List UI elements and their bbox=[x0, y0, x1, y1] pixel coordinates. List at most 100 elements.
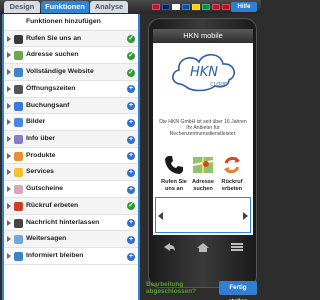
callback-icon bbox=[14, 201, 23, 211]
editing-done-question: Bearbeitung abgeschlossen? bbox=[146, 281, 197, 296]
add-plus-icon[interactable]: + bbox=[127, 152, 135, 161]
language-flag-icon[interactable] bbox=[212, 4, 220, 10]
language-flag-icon[interactable] bbox=[162, 4, 170, 10]
function-label: Informiert bleiben bbox=[26, 252, 84, 260]
star-icon bbox=[14, 168, 23, 178]
help-button[interactable]: Hilfe bbox=[231, 2, 257, 12]
language-flag-icon[interactable] bbox=[152, 4, 160, 10]
scroll-right-arrow-icon[interactable] bbox=[243, 212, 248, 220]
scroll-left-arrow-icon[interactable] bbox=[158, 212, 163, 220]
tab-analyse[interactable]: Analyse bbox=[90, 1, 128, 13]
language-flag-icon[interactable] bbox=[202, 4, 210, 10]
add-plus-icon[interactable]: + bbox=[127, 102, 135, 111]
app-icons-row-frame bbox=[155, 197, 251, 233]
phone-icon bbox=[14, 34, 23, 44]
added-check-icon[interactable]: ✓ bbox=[127, 202, 135, 211]
add-plus-icon[interactable]: + bbox=[127, 118, 135, 127]
tab-funktionen[interactable]: Funktionen bbox=[41, 1, 89, 13]
function-row[interactable]: Vollständige Website ✓ bbox=[4, 64, 138, 81]
box-icon bbox=[14, 151, 23, 161]
expand-triangle-icon[interactable] bbox=[7, 136, 11, 143]
tab-design[interactable]: Design bbox=[4, 1, 40, 13]
function-row[interactable]: Weitersagen + bbox=[4, 231, 138, 249]
function-row[interactable]: Rufen Sie uns an ✓ bbox=[4, 30, 138, 48]
expand-triangle-icon[interactable] bbox=[7, 85, 11, 92]
language-flag-icon[interactable] bbox=[192, 4, 200, 10]
expand-triangle-icon[interactable] bbox=[7, 186, 11, 193]
function-row[interactable]: Nachricht hinterlassen + bbox=[4, 215, 138, 232]
function-label: Rufen Sie uns an bbox=[26, 34, 82, 42]
function-row[interactable]: Adresse suchen ✓ bbox=[4, 47, 138, 65]
function-label: Öffnungszeiten bbox=[26, 84, 76, 92]
add-plus-icon[interactable]: + bbox=[127, 219, 135, 228]
app-callback-label: Rückruf erbeten bbox=[221, 179, 243, 192]
function-row[interactable]: Buchungsanf + bbox=[4, 97, 138, 115]
function-label: Adresse suchen bbox=[26, 51, 79, 59]
functions-panel: Funktionen hinzufügen Rufen Sie uns an ✓ A… bbox=[2, 14, 140, 300]
function-label: Rückruf erbeten bbox=[26, 201, 79, 209]
calendar-icon bbox=[14, 101, 23, 111]
added-check-icon[interactable]: ✓ bbox=[127, 68, 135, 77]
function-row[interactable]: Info über + bbox=[4, 131, 138, 148]
add-functions-label: Funktionen hinzufügen bbox=[26, 18, 101, 25]
expand-triangle-icon[interactable] bbox=[7, 52, 11, 59]
add-plus-icon[interactable]: + bbox=[127, 185, 135, 194]
expand-triangle-icon[interactable] bbox=[7, 119, 11, 126]
function-label: Produkte bbox=[26, 151, 56, 159]
finish-button[interactable]: Fertig stellen bbox=[219, 281, 257, 300]
globe-icon bbox=[14, 68, 23, 78]
coupon-icon bbox=[14, 185, 23, 195]
top-toolbar: Design Funktionen Analyse Hilfe bbox=[0, 0, 261, 14]
home-button-icon[interactable] bbox=[195, 241, 211, 253]
function-row[interactable]: Services + bbox=[4, 164, 138, 182]
language-flag-icon[interactable] bbox=[222, 4, 230, 10]
function-row[interactable]: Produkte + bbox=[4, 148, 138, 165]
mail-icon bbox=[14, 252, 23, 262]
function-row[interactable]: Gutscheine + bbox=[4, 181, 138, 198]
hkn-cloud-logo: HKN CLOUD bbox=[172, 53, 236, 92]
function-label: Vollständige Website bbox=[26, 68, 94, 76]
add-functions-header[interactable]: Funktionen hinzufügen bbox=[4, 14, 138, 31]
menu-button-icon[interactable] bbox=[229, 241, 245, 253]
phone-screen: HKN mobile HKN CLOUD Die HKN GmbH ist se… bbox=[153, 29, 253, 235]
app-callback-icon[interactable] bbox=[220, 153, 244, 177]
function-label: Buchungsanf bbox=[26, 101, 70, 109]
app-title: HKN mobile bbox=[153, 29, 253, 43]
function-row[interactable]: Öffnungszeiten + bbox=[4, 81, 138, 98]
expand-triangle-icon[interactable] bbox=[7, 102, 11, 109]
expand-triangle-icon[interactable] bbox=[7, 236, 11, 243]
app-phone-icon[interactable] bbox=[162, 153, 186, 177]
share-icon bbox=[14, 235, 23, 245]
expand-triangle-icon[interactable] bbox=[7, 219, 11, 226]
add-plus-icon[interactable]: + bbox=[127, 235, 135, 244]
added-check-icon[interactable]: ✓ bbox=[127, 51, 135, 60]
function-row[interactable]: Informiert bleiben + bbox=[4, 248, 138, 265]
add-plus-icon[interactable]: + bbox=[127, 168, 135, 177]
add-plus-icon[interactable]: + bbox=[127, 252, 135, 261]
expand-triangle-icon[interactable] bbox=[7, 202, 11, 209]
app-map-icon[interactable] bbox=[191, 153, 215, 177]
function-label: Nachricht hinterlassen bbox=[26, 218, 100, 226]
expand-triangle-icon[interactable] bbox=[7, 69, 11, 76]
expand-triangle-icon[interactable] bbox=[7, 152, 11, 159]
radio-icon bbox=[14, 135, 23, 145]
language-flag-icon[interactable] bbox=[172, 4, 180, 10]
image-icon bbox=[14, 118, 23, 128]
add-plus-icon[interactable]: + bbox=[127, 135, 135, 144]
pen-icon bbox=[14, 218, 23, 228]
expand-triangle-icon[interactable] bbox=[7, 253, 11, 260]
logo-subtext: CLOUD bbox=[210, 82, 228, 88]
function-row[interactable]: Rückruf erbeten ✓ bbox=[4, 197, 138, 215]
function-label: Info über bbox=[26, 135, 56, 143]
phone-preview: HKN mobile HKN CLOUD Die HKN GmbH ist se… bbox=[148, 18, 257, 288]
added-check-icon[interactable]: ✓ bbox=[127, 35, 135, 44]
back-button-icon[interactable] bbox=[161, 241, 177, 253]
function-label: Gutscheine bbox=[26, 185, 64, 193]
function-row[interactable]: Bilder + bbox=[4, 114, 138, 131]
language-flag-icon[interactable] bbox=[182, 4, 190, 10]
company-description: Die HKN GmbH ist seit über 16 Jahren Ihr… bbox=[159, 119, 247, 137]
logo-text: HKN bbox=[190, 65, 218, 80]
add-plus-icon[interactable]: + bbox=[127, 85, 135, 94]
expand-triangle-icon[interactable] bbox=[7, 169, 11, 176]
expand-triangle-icon[interactable] bbox=[7, 35, 11, 42]
